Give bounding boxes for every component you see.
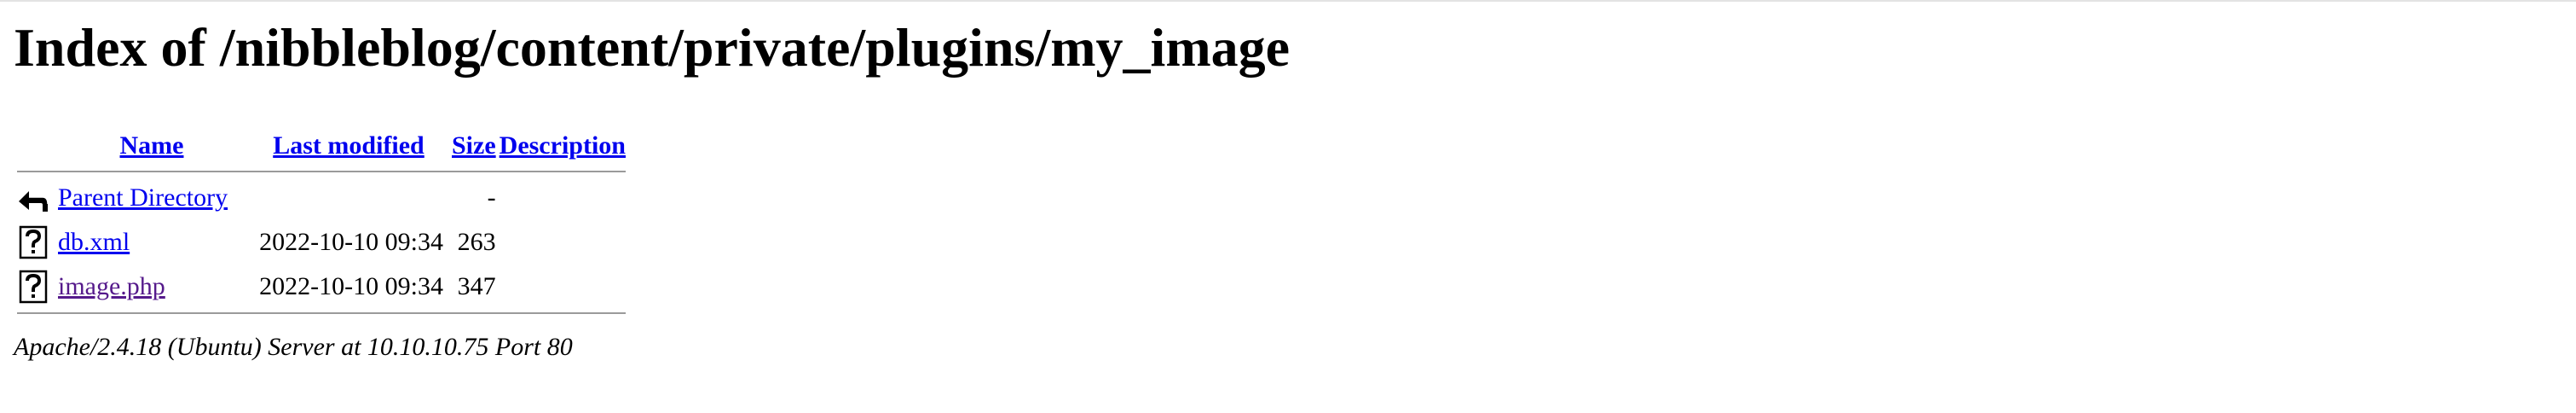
table-header-row: Name Last modified Size Description	[17, 126, 626, 166]
back-icon	[17, 181, 51, 215]
row-modified-cell	[249, 177, 448, 218]
row-name-cell: db.xml	[58, 222, 245, 263]
page-title: Index of /nibbleblog/content/private/plu…	[14, 17, 1291, 78]
row-size-cell: 263	[457, 228, 496, 256]
table-row: image.php 2022-10-10 09:34 347	[17, 266, 626, 307]
row-modified-cell: 2022-10-10 09:34	[259, 228, 443, 256]
row-modified-cell: 2022-10-10 09:34	[259, 272, 443, 300]
sort-by-last-modified-link[interactable]: Last modified	[273, 131, 425, 160]
row-size-cell: -	[487, 183, 496, 212]
row-name-cell: image.php	[58, 266, 245, 307]
row-description-cell	[500, 222, 626, 263]
row-description-cell	[500, 266, 626, 307]
size-column-header: Size	[452, 126, 496, 166]
header-separator-row	[17, 169, 626, 174]
sort-by-name-link[interactable]: Name	[120, 131, 184, 160]
server-signature: Apache/2.4.18 (Ubuntu) Server at 10.10.1…	[14, 333, 573, 361]
row-size-cell: 347	[457, 272, 496, 300]
footer-divider	[17, 312, 626, 314]
top-border	[0, 0, 2576, 2]
file-link-image-php[interactable]: image.php	[58, 272, 165, 300]
file-listing-table: Name Last modified Size Description Pare…	[14, 123, 629, 319]
row-name-cell: Parent Directory	[58, 177, 245, 218]
row-icon-cell	[17, 222, 55, 263]
name-column-header: Name	[58, 126, 245, 166]
row-icon-cell	[17, 266, 55, 307]
icon-column-header	[17, 126, 55, 166]
sort-by-size-link[interactable]: Size	[452, 131, 496, 160]
header-divider	[17, 171, 626, 172]
table-row: Parent Directory -	[17, 177, 626, 218]
row-description-cell	[500, 177, 626, 218]
row-icon-cell	[17, 177, 55, 218]
footer-separator-row	[17, 311, 626, 316]
sort-by-description-link[interactable]: Description	[500, 131, 626, 160]
unknown-file-icon	[17, 225, 51, 259]
table-row: db.xml 2022-10-10 09:34 263	[17, 222, 626, 263]
directory-index-page: Index of /nibbleblog/content/private/plu…	[0, 14, 2576, 362]
description-column-header: Description	[500, 126, 626, 166]
last-modified-column-header: Last modified	[249, 126, 448, 166]
file-link-db-xml[interactable]: db.xml	[58, 228, 130, 256]
unknown-file-icon	[17, 270, 51, 304]
parent-directory-link[interactable]: Parent Directory	[58, 183, 228, 212]
